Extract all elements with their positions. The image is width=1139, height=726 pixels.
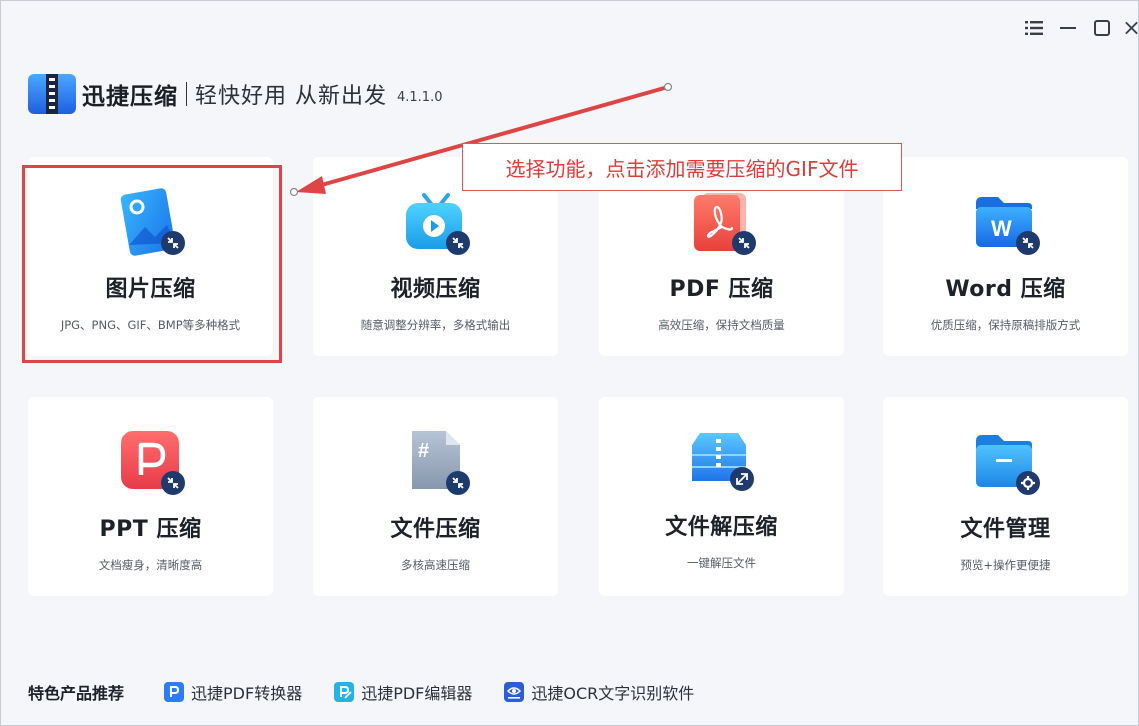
card-file-compress[interactable]: # 文件压缩 多核高速压缩 [313, 397, 558, 596]
annotation-callout: 选择功能，点击添加需要压缩的GIF文件 [462, 143, 902, 191]
svg-text:W: W [991, 216, 1012, 241]
featured-pdf-converter-link[interactable]: 迅捷PDF转换器 [164, 680, 302, 704]
maximize-icon[interactable] [1090, 16, 1114, 40]
close-icon[interactable] [1124, 16, 1139, 40]
card-title: 文件解压缩 [665, 515, 778, 540]
minimize-icon[interactable] [1056, 16, 1080, 40]
card-subtitle: 一键解压文件 [687, 556, 756, 570]
card-file-decompress[interactable]: 文件解压缩 一键解压文件 [599, 397, 844, 596]
ocr-icon [504, 682, 525, 702]
featured-item-label: 迅捷PDF转换器 [191, 684, 303, 703]
card-title: 文件管理 [960, 517, 1051, 542]
card-title: PPT 压缩 [99, 517, 202, 542]
featured-ocr-link[interactable]: 迅捷OCR文字识别软件 [504, 680, 694, 704]
featured-pdf-editor-link[interactable]: 迅捷PDF编辑器 [334, 680, 472, 704]
pdf-converter-icon [164, 682, 185, 702]
card-title: Word 压缩 [945, 277, 1066, 302]
word-compress-icon: W [970, 187, 1042, 259]
card-file-manage[interactable]: 文件管理 预览+操作更便捷 [883, 397, 1128, 596]
file-manage-icon [970, 427, 1042, 499]
featured-products-bar: 特色产品推荐 迅捷PDF转换器 迅捷PDF编辑器 迅捷OCR文字识别软件 [28, 678, 726, 706]
pdf-compress-icon [686, 187, 758, 259]
svg-text:#: # [418, 440, 429, 462]
app-slogan: 轻快好用 从新出发 [195, 84, 387, 109]
card-subtitle: 文档瘦身，清晰度高 [98, 558, 203, 572]
brand-header: 迅捷压缩 轻快好用 从新出发 4.1.1.0 [28, 74, 442, 114]
card-subtitle: 预览+操作更便捷 [960, 558, 1051, 572]
card-ppt-compress[interactable]: PPT 压缩 文档瘦身，清晰度高 [28, 397, 273, 596]
file-compress-icon: # [400, 427, 472, 499]
card-title: 视频压缩 [390, 277, 481, 302]
app-name: 迅捷压缩 [82, 84, 178, 110]
file-decompress-icon [686, 425, 758, 497]
card-subtitle: 多核高速压缩 [401, 558, 470, 572]
app-version: 4.1.1.0 [397, 89, 443, 105]
card-subtitle: 优质压缩，保持原稿排版方式 [930, 318, 1081, 332]
menu-icon[interactable] [1022, 16, 1046, 40]
card-subtitle: 随意调整分辨率，多格式输出 [360, 318, 511, 332]
video-compress-icon [400, 187, 472, 259]
featured-products-title: 特色产品推荐 [28, 684, 125, 703]
selected-card-highlight [22, 165, 282, 363]
brand-divider [186, 82, 187, 106]
card-title: PDF 压缩 [669, 277, 774, 302]
featured-item-label: 迅捷PDF编辑器 [361, 684, 473, 703]
card-word-compress[interactable]: W Word 压缩 优质压缩，保持原稿排版方式 [883, 157, 1128, 356]
ppt-compress-icon [115, 427, 187, 499]
app-logo-icon [28, 74, 76, 114]
card-title: 文件压缩 [390, 517, 481, 542]
card-subtitle: 高效压缩，保持文档质量 [658, 318, 785, 332]
pdf-editor-icon [334, 682, 355, 702]
featured-item-label: 迅捷OCR文字识别软件 [531, 684, 695, 703]
